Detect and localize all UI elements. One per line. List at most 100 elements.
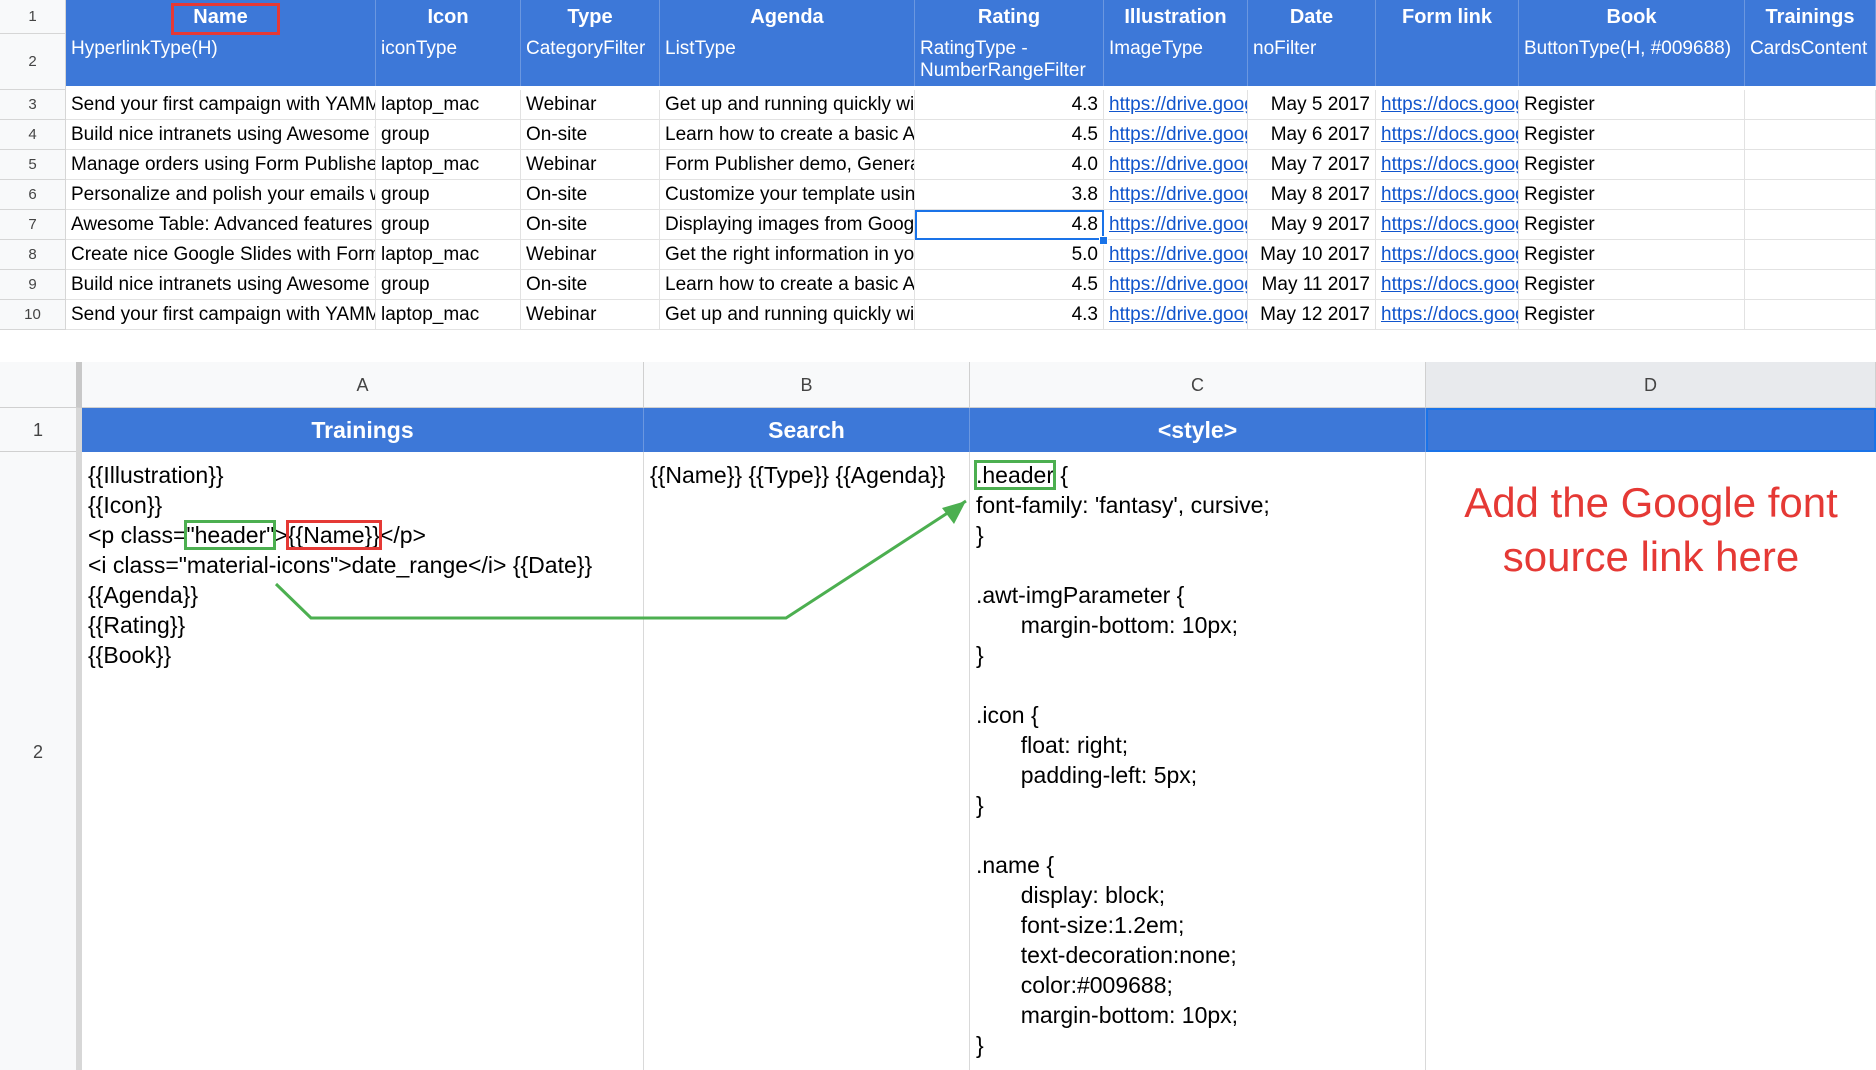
cell-agenda[interactable]: Learn how to create a basic Awesome [660,120,915,150]
hyperlink[interactable]: https://drive.google.com [1109,94,1247,115]
cell-name[interactable]: Personalize and polish your emails with [66,180,376,210]
row-number[interactable]: 1 [0,0,66,34]
hyperlink[interactable]: https://docs.google.com [1381,244,1518,265]
cell-name[interactable]: Build nice intranets using Awesome Table [66,120,376,150]
cell-agenda[interactable]: Learn how to create a basic Awesome [660,270,915,300]
row-number[interactable]: 8 [0,240,66,270]
cell-book[interactable]: Register [1519,90,1745,120]
hyperlink[interactable]: https://drive.google.com [1109,304,1247,325]
cell-date[interactable]: May 11 2017 [1248,270,1376,300]
cell-icon[interactable]: laptop_mac [376,150,521,180]
column-type[interactable]: CardsContent [1745,34,1876,86]
cell-name[interactable]: Send your first campaign with YAMM [66,300,376,330]
header-d-selected[interactable] [1426,408,1876,452]
cell-book[interactable]: Register [1519,150,1745,180]
cell-agenda[interactable]: Displaying images from Google [660,210,915,240]
cell-name[interactable]: Awesome Table: Advanced features [66,210,376,240]
hyperlink[interactable]: https://docs.google.com [1381,124,1518,145]
column-type[interactable] [1376,34,1519,86]
cell-book[interactable]: Register [1519,240,1745,270]
cell-book[interactable]: Register [1519,180,1745,210]
cell-rating[interactable]: 4.3 [915,300,1104,330]
cell-trainings[interactable] [1745,240,1876,270]
column-title[interactable]: Rating [915,0,1104,34]
cell-form[interactable]: https://docs.google.com [1376,240,1519,270]
cell-name[interactable]: Build nice intranets using Awesome Table [66,270,376,300]
cell-rating[interactable]: 4.3 [915,90,1104,120]
column-type[interactable]: CategoryFilter [521,34,660,86]
row-header-2[interactable]: 2 [0,452,76,1070]
cell-type[interactable]: Webinar [521,90,660,120]
hyperlink[interactable]: https://drive.google.com [1109,244,1247,265]
cell-icon[interactable]: laptop_mac [376,90,521,120]
cell-illustration[interactable]: https://drive.google.com [1104,180,1248,210]
cell-type[interactable]: On-site [521,210,660,240]
row-number[interactable]: 7 [0,210,66,240]
cell-date[interactable]: May 7 2017 [1248,150,1376,180]
cell-agenda[interactable]: Customize your template using [660,180,915,210]
cell-agenda[interactable]: Get up and running quickly with [660,90,915,120]
selection-fill-handle[interactable] [1099,236,1108,245]
cell-form[interactable]: https://docs.google.com [1376,90,1519,120]
cell-name[interactable]: Create nice Google Slides with Form [66,240,376,270]
cell-icon[interactable]: group [376,210,521,240]
column-type[interactable]: ImageType [1104,34,1248,86]
row-number[interactable]: 9 [0,270,66,300]
cell-date[interactable]: May 5 2017 [1248,90,1376,120]
cell-form[interactable]: https://docs.google.com [1376,300,1519,330]
cell-trainings[interactable] [1745,300,1876,330]
cell-icon[interactable]: laptop_mac [376,240,521,270]
cell-form[interactable]: https://docs.google.com [1376,150,1519,180]
cell-form[interactable]: https://docs.google.com [1376,210,1519,240]
cell-rating[interactable]: 4.0 [915,150,1104,180]
cell-book[interactable]: Register [1519,120,1745,150]
column-type[interactable]: ButtonType(H, #009688) [1519,34,1745,86]
cell-type[interactable]: Webinar [521,300,660,330]
column-type[interactable]: HyperlinkType(H) [66,34,376,86]
cell-illustration[interactable]: https://drive.google.com [1104,240,1248,270]
cell-type[interactable]: Webinar [521,240,660,270]
cell-illustration[interactable]: https://drive.google.com [1104,120,1248,150]
cell-type[interactable]: On-site [521,120,660,150]
column-title[interactable]: Form link [1376,0,1519,34]
column-type[interactable]: noFilter [1248,34,1376,86]
cell-rating[interactable]: 4.8 [915,210,1104,240]
cell-trainings-template[interactable]: {{Illustration}} {{Icon}} <p class="head… [82,452,644,1070]
select-all-corner[interactable] [0,362,82,408]
column-header-b[interactable]: B [644,362,970,408]
cell-date[interactable]: May 9 2017 [1248,210,1376,240]
column-title[interactable]: Trainings [1745,0,1876,34]
cell-name[interactable]: Send your first campaign with YAMM [66,90,376,120]
cell-trainings[interactable] [1745,210,1876,240]
header-search[interactable]: Search [644,408,970,452]
cell-trainings[interactable] [1745,120,1876,150]
row-number[interactable]: 6 [0,180,66,210]
cell-illustration[interactable]: https://drive.google.com [1104,150,1248,180]
cell-agenda[interactable]: Get up and running quickly with [660,300,915,330]
hyperlink[interactable]: https://drive.google.com [1109,214,1247,235]
cell-illustration[interactable]: https://drive.google.com [1104,300,1248,330]
cell-search-template[interactable]: {{Name}} {{Type}} {{Agenda}} [644,452,970,1070]
cell-rating[interactable]: 4.5 [915,270,1104,300]
cell-agenda[interactable]: Form Publisher demo, Generate [660,150,915,180]
hyperlink[interactable]: https://docs.google.com [1381,304,1518,325]
column-header-d[interactable]: D [1426,362,1876,408]
cell-icon[interactable]: group [376,270,521,300]
cell-illustration[interactable]: https://drive.google.com [1104,210,1248,240]
cell-trainings[interactable] [1745,150,1876,180]
column-header-a[interactable]: A [82,362,644,408]
column-title[interactable]: Icon [376,0,521,34]
cell-book[interactable]: Register [1519,210,1745,240]
hyperlink[interactable]: https://drive.google.com [1109,274,1247,295]
column-title[interactable]: Book [1519,0,1745,34]
row-number[interactable]: 5 [0,150,66,180]
header-style[interactable]: <style> [970,408,1426,452]
column-type[interactable]: iconType [376,34,521,86]
hyperlink[interactable]: https://drive.google.com [1109,184,1247,205]
column-title[interactable]: Type [521,0,660,34]
column-title[interactable]: Illustration [1104,0,1248,34]
cell-date[interactable]: May 8 2017 [1248,180,1376,210]
cell-icon[interactable]: laptop_mac [376,300,521,330]
column-type[interactable]: ListType [660,34,915,86]
cell-agenda[interactable]: Get the right information in your [660,240,915,270]
